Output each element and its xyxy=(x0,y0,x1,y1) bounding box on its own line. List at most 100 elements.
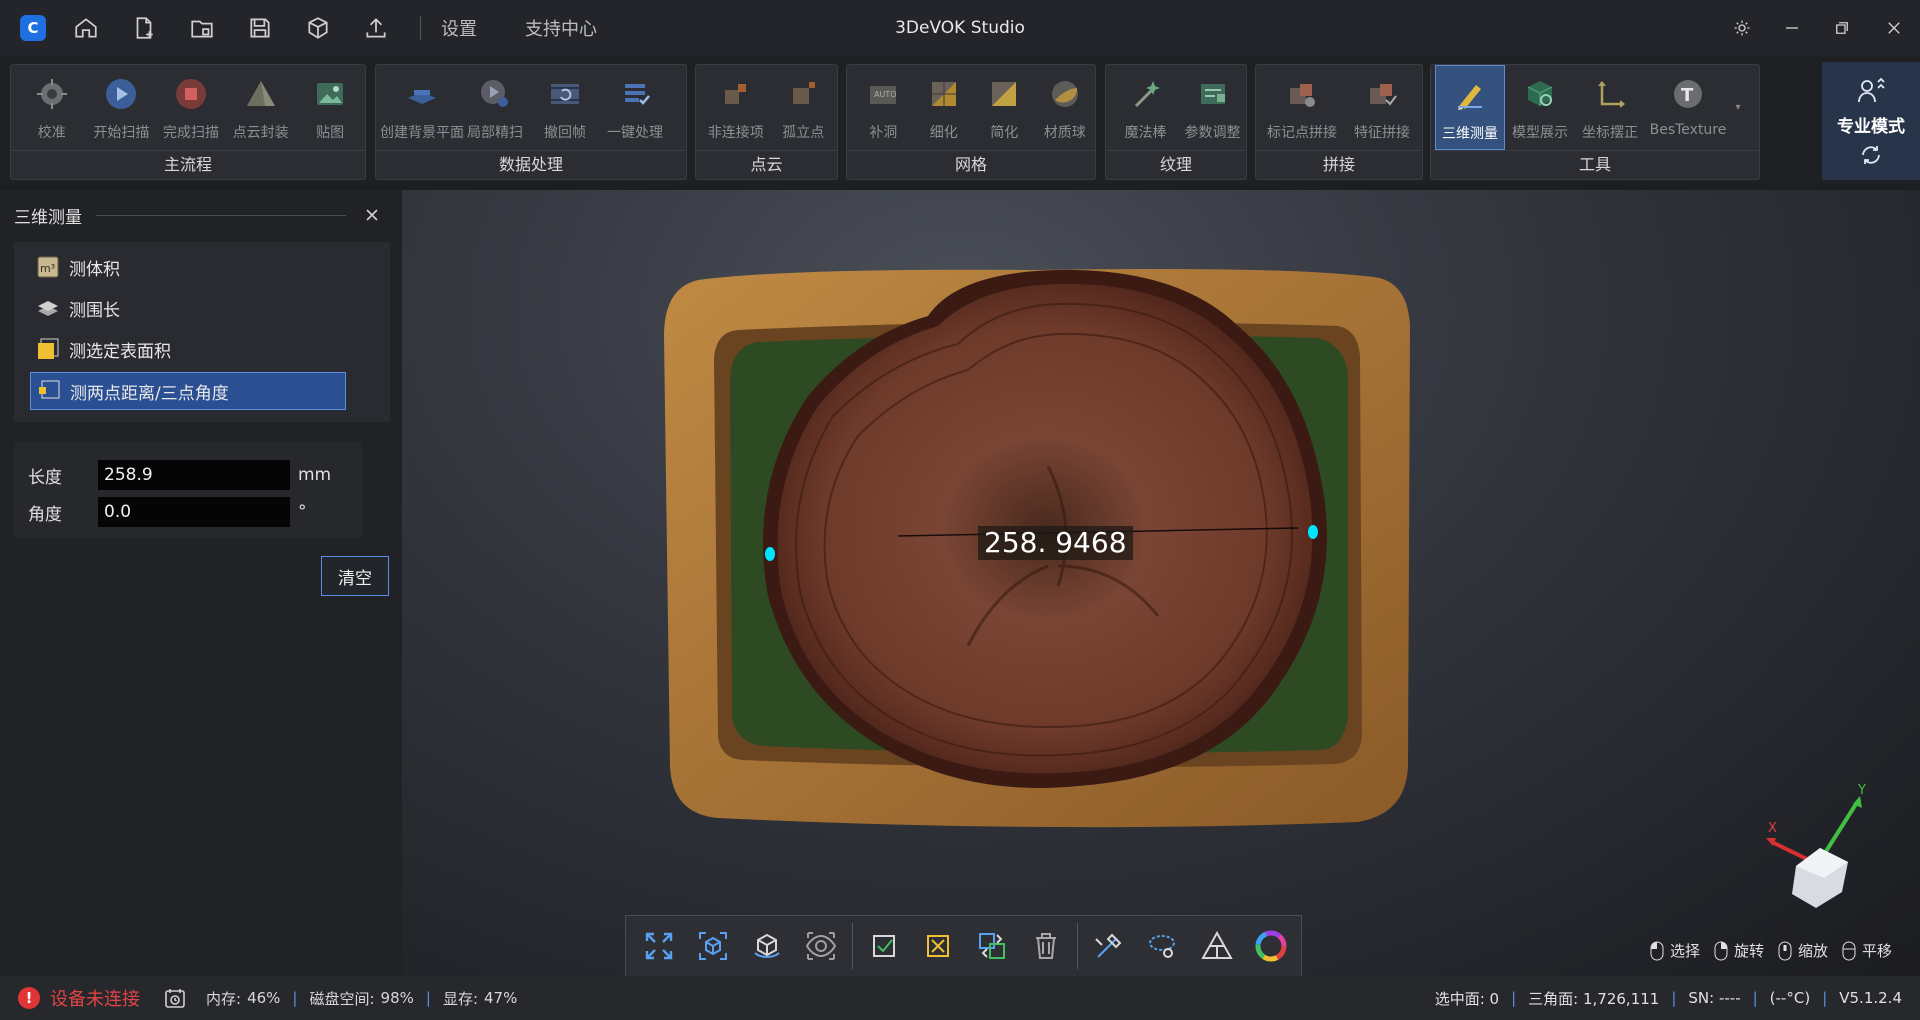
coordinate-axis-icon xyxy=(1591,75,1629,113)
length-field[interactable] xyxy=(98,460,290,490)
axis-y-label: Y xyxy=(1857,783,1866,798)
color-wheel-icon[interactable] xyxy=(1244,919,1298,973)
delete-trash-icon[interactable] xyxy=(1019,919,1073,973)
refine-button[interactable]: 细化 xyxy=(914,65,975,150)
tool-measure-distance-angle[interactable]: 测两点距离/三点角度 xyxy=(30,372,346,410)
switch-refresh-icon[interactable] xyxy=(1859,143,1883,167)
model-display-icon xyxy=(1521,75,1559,113)
upload-icon[interactable] xyxy=(358,10,394,46)
tool-measure-girth[interactable]: 测围长 xyxy=(30,289,346,327)
invert-selection-icon[interactable] xyxy=(965,919,1019,973)
local-fine-scan-button[interactable]: 局部精扫 xyxy=(460,65,530,150)
settings-gear-icon[interactable] xyxy=(1724,10,1760,46)
panel-title: 三维测量 xyxy=(14,207,82,228)
open-project-icon[interactable] xyxy=(184,10,220,46)
marker-stitch-button[interactable]: 标记点拼接 xyxy=(1262,65,1342,150)
hint-rotate: 旋转 xyxy=(1714,940,1764,961)
new-project-icon[interactable] xyxy=(126,10,162,46)
lasso-select-icon[interactable] xyxy=(1136,919,1190,973)
coordinate-align-button[interactable]: 坐标摆正 xyxy=(1575,65,1645,150)
home-icon[interactable] xyxy=(68,10,104,46)
select-all-icon[interactable] xyxy=(857,919,911,973)
minimize-icon[interactable] xyxy=(1774,10,1810,46)
finish-scan-button[interactable]: 完成扫描 xyxy=(156,65,226,150)
measurement-panel: 三维测量 m³ 测体积 测围长 测选定表面积 测两点距离/三点角度 长度 mm … xyxy=(0,190,402,976)
3d-measure-button[interactable]: 三维测量 xyxy=(1435,65,1505,150)
hint-pan: 平移 xyxy=(1842,940,1892,961)
parameter-adjust-icon xyxy=(1194,75,1232,113)
fill-holes-button[interactable]: AUTO 补洞 xyxy=(853,65,914,150)
angle-field[interactable] xyxy=(98,497,290,527)
texture-map-button[interactable]: 贴图 xyxy=(295,65,365,150)
pro-mode-toggle[interactable]: 专业模式 xyxy=(1822,62,1920,180)
save-icon[interactable] xyxy=(242,10,278,46)
view-toolbar xyxy=(625,915,1302,977)
status-divider: | xyxy=(1671,989,1677,1007)
brush-select-icon[interactable] xyxy=(1082,919,1136,973)
undo-frame-button[interactable]: 撤回帧 xyxy=(530,65,600,150)
bounding-box-icon[interactable] xyxy=(686,919,740,973)
restore-icon[interactable] xyxy=(1824,10,1860,46)
group-pointcloud: 非连接项 孤立点 点云 xyxy=(695,64,838,180)
bestexture-button[interactable]: T BesTexture xyxy=(1645,65,1731,150)
selected-faces: 选中面: 0 xyxy=(1434,989,1500,1008)
volume-icon: m³ xyxy=(37,256,59,278)
app-logo: C xyxy=(20,15,46,41)
magic-wand-button[interactable]: 魔法棒 xyxy=(1112,65,1179,150)
measure-point-right[interactable] xyxy=(1308,525,1318,539)
rotate-model-icon[interactable] xyxy=(740,919,794,973)
support-center-link[interactable]: 支持中心 xyxy=(521,15,601,41)
clear-button[interactable]: 清空 xyxy=(321,556,389,596)
visibility-eye-icon[interactable] xyxy=(794,919,848,973)
measurement-value-label: 258. 9468 xyxy=(978,526,1133,560)
device-status[interactable]: ! 设备未连接 xyxy=(18,985,140,1011)
svg-text:m³: m³ xyxy=(40,262,55,275)
simplify-button[interactable]: 简化 xyxy=(974,65,1035,150)
tool-measure-volume[interactable]: m³ 测体积 xyxy=(30,248,346,286)
tool-measure-surface-area[interactable]: 测选定表面积 xyxy=(30,330,346,368)
history-clock-icon[interactable] xyxy=(164,987,186,1009)
length-row: 长度 mm xyxy=(28,460,331,490)
hint-zoom: 缩放 xyxy=(1778,940,1828,961)
pointcloud-mesh-button[interactable]: 点云封装 xyxy=(226,65,296,150)
fit-view-icon[interactable] xyxy=(632,919,686,973)
more-tools-dropdown-icon[interactable]: ▾ xyxy=(1731,65,1745,150)
axis-x-label: X xyxy=(1768,821,1777,836)
calibrate-button[interactable]: 校准 xyxy=(17,65,87,150)
disk-value: 98% xyxy=(380,989,414,1007)
film-frame-icon xyxy=(546,75,584,113)
batch-process-icon xyxy=(616,75,654,113)
start-scan-button[interactable]: 开始扫描 xyxy=(87,65,157,150)
create-background-plane-button[interactable]: 创建背景平面 xyxy=(380,65,464,150)
parameter-adjust-button[interactable]: 参数调整 xyxy=(1179,65,1246,150)
panel-close-icon[interactable] xyxy=(360,203,384,227)
export-model-icon[interactable] xyxy=(300,10,336,46)
close-icon[interactable] xyxy=(1876,10,1912,46)
status-divider: | xyxy=(1511,989,1517,1007)
mouse-wheel-icon xyxy=(1778,941,1792,960)
svg-text:T: T xyxy=(1681,85,1694,106)
material-ball-button[interactable]: 材质球 xyxy=(1035,65,1096,150)
marker-stitch-icon xyxy=(1283,75,1321,113)
group-texture: 魔法棒 参数调整 纹理 xyxy=(1105,64,1247,180)
triangle-mesh-icon[interactable] xyxy=(1190,919,1244,973)
one-key-process-button[interactable]: 一键处理 xyxy=(600,65,670,150)
settings-link[interactable]: 设置 xyxy=(437,15,481,41)
feature-stitch-button[interactable]: 特征拼接 xyxy=(1342,65,1422,150)
status-bar: ! 设备未连接 内存: 46% | 磁盘空间: 98% | 显存: 47% 选中面… xyxy=(0,976,1920,1020)
pyramid-icon xyxy=(242,75,280,113)
axis-gizmo[interactable]: X Y xyxy=(1752,782,1872,912)
disconnected-items-button[interactable]: 非连接项 xyxy=(702,65,770,150)
measure-point-left[interactable] xyxy=(765,547,775,561)
svg-text:AUTO: AUTO xyxy=(874,90,897,99)
deselect-icon[interactable] xyxy=(911,919,965,973)
angle-unit: ° xyxy=(298,502,307,522)
title-bar: C 设置 支持中心 xyxy=(0,0,1920,56)
model-display-button[interactable]: 模型展示 xyxy=(1505,65,1575,150)
app-window: { "app": {"title": "3DeVOK Studio"}, "ti… xyxy=(0,0,1920,1020)
local-scan-icon xyxy=(476,75,514,113)
isolated-points-button[interactable]: 孤立点 xyxy=(770,65,838,150)
calibrate-icon xyxy=(33,75,71,113)
mouse-middle-icon xyxy=(1842,941,1856,960)
fill-holes-icon: AUTO xyxy=(864,75,902,113)
